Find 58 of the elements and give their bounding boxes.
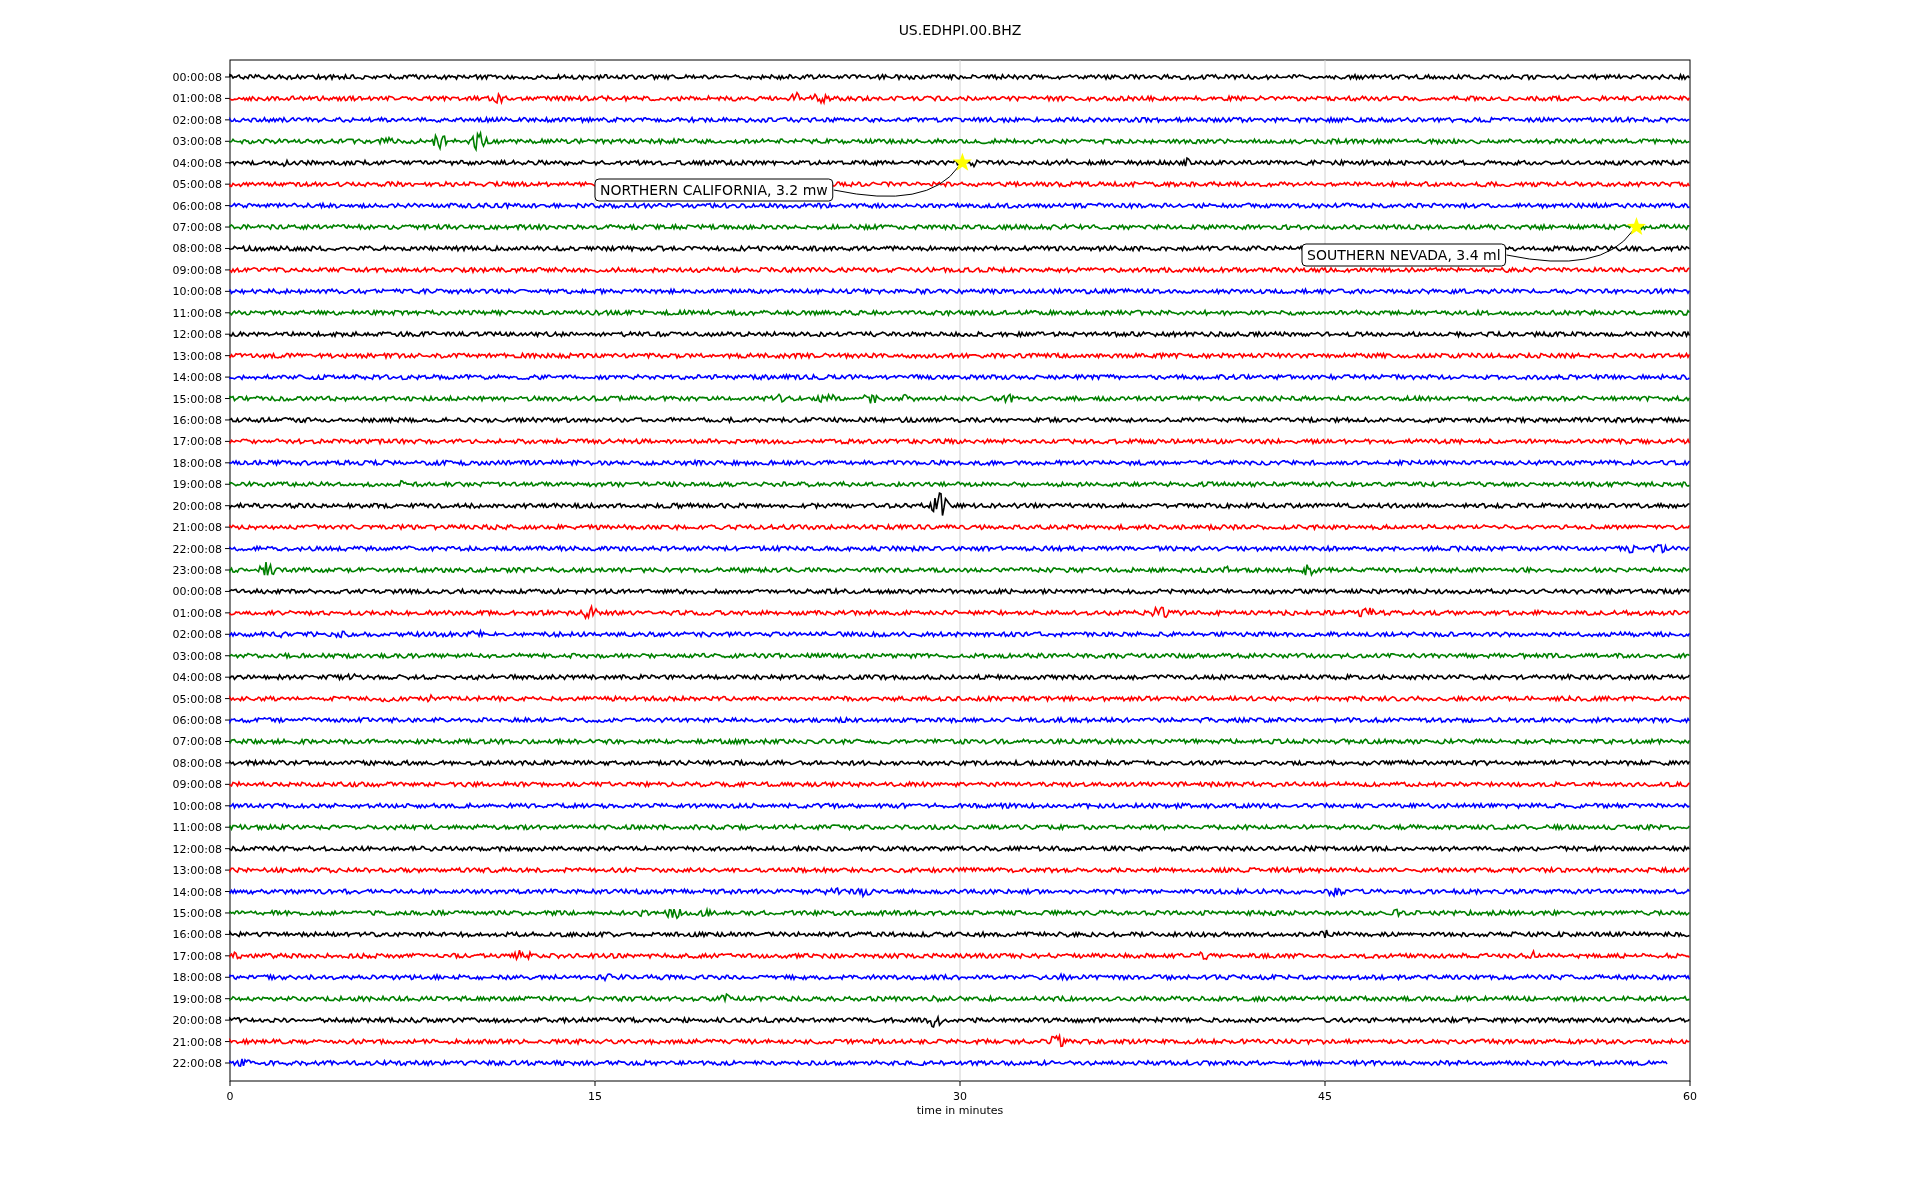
y-tick-label: 03:00:08 [172,649,222,663]
y-tick-label: 22:00:08 [172,542,222,556]
x-axis-label: time in minutes [916,1104,1004,1117]
x-tick-label: 60 [1683,1090,1697,1103]
y-tick-label: 18:00:08 [172,456,222,470]
x-tick-label: 15 [588,1090,602,1103]
y-tick-label: 20:00:08 [172,1014,222,1028]
y-tick-label: 03:00:08 [172,135,222,149]
y-tick-label: 01:00:08 [172,92,222,106]
x-tick-label: 0 [226,1090,234,1103]
y-tick-label: 09:00:08 [172,263,222,277]
y-tick-label: 02:00:08 [172,628,222,642]
x-tick-label: 45 [1318,1090,1332,1103]
event-label: SOUTHERN NEVADA, 3.4 ml [1301,243,1507,267]
y-tick-label: 06:00:08 [172,199,222,213]
y-tick-label: 23:00:08 [172,564,222,577]
y-tick-label: 18:00:08 [172,971,222,985]
y-tick-label: 00:00:08 [172,585,222,599]
y-tick-label: 10:00:08 [172,285,222,299]
y-tick-label: 12:00:08 [172,328,222,342]
y-tick-label: 01:00:08 [172,606,222,620]
y-tick-label: 16:00:08 [172,928,222,942]
y-tick-label: 14:00:08 [172,371,222,385]
y-tick-label: 07:00:08 [172,735,222,749]
y-tick-label: 00:00:08 [172,71,222,84]
y-tick-label: 04:00:08 [172,156,222,170]
y-tick-label: 21:00:08 [172,1035,222,1049]
y-tick-label: 02:00:08 [172,113,222,127]
y-tick-label: 07:00:08 [172,221,222,235]
y-tick-label: 14:00:08 [172,885,222,899]
y-tick-label: 16:00:08 [172,413,222,427]
y-tick-label: 08:00:08 [172,242,222,256]
y-tick-label: 13:00:08 [172,349,222,363]
y-tick-label: 15:00:08 [172,392,222,406]
event-label: NORTHERN CALIFORNIA, 3.2 mw [594,178,834,202]
y-tick-label: 21:00:08 [172,521,222,535]
star-icon [1627,217,1646,236]
y-tick-label: 19:00:08 [172,478,222,492]
y-tick-label: 22:00:08 [172,1057,222,1070]
star-icon [952,152,972,171]
y-tick-label: 05:00:08 [172,178,222,192]
y-tick-label: 15:00:08 [172,906,222,920]
y-tick-label: 11:00:08 [172,821,222,835]
y-tick-label: 05:00:08 [172,692,222,706]
y-tick-label: 10:00:08 [172,799,222,813]
y-tick-label: 20:00:08 [172,499,222,513]
y-tick-label: 09:00:08 [172,778,222,792]
chart-title: US.EDHPI.00.BHZ [898,22,1022,38]
y-tick-label: 12:00:08 [172,842,222,856]
y-tick-label: 19:00:08 [172,992,222,1006]
y-tick-label: 13:00:08 [172,864,222,878]
y-tick-label: 04:00:08 [172,671,222,685]
y-tick-label: 11:00:08 [172,306,222,320]
y-tick-label: 06:00:08 [172,714,222,728]
y-tick-label: 17:00:08 [172,949,222,963]
y-tick-label: 08:00:08 [172,756,222,770]
y-tick-label: 17:00:08 [172,435,222,449]
x-tick-label: 30 [953,1090,967,1103]
